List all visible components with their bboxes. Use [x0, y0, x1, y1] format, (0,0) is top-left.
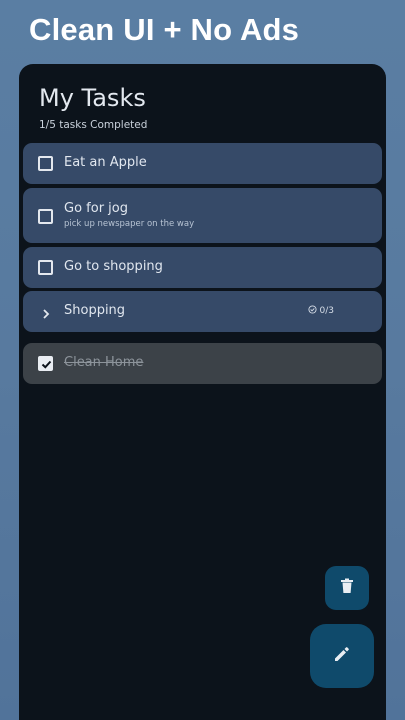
check-circle-icon	[307, 305, 317, 317]
task-checkbox-checked[interactable]	[38, 356, 53, 371]
task-group-shopping[interactable]: Shopping 0/3	[23, 291, 382, 332]
promo-headline: Clean UI + No Ads	[29, 12, 300, 47]
task-checkbox[interactable]	[38, 260, 53, 275]
task-item-eat-an-apple[interactable]: Eat an Apple	[23, 143, 382, 184]
chevron-right-icon[interactable]	[40, 305, 52, 324]
trash-icon	[340, 578, 354, 598]
task-item-go-for-jog[interactable]: Go for jog pick up newspaper on the way	[23, 188, 382, 243]
app-screen: My Tasks 1/5 tasks Completed Eat an Appl…	[19, 64, 386, 720]
task-title: Go to shopping	[64, 259, 163, 274]
edit-button[interactable]	[310, 624, 374, 688]
task-title: Go for jog	[64, 201, 128, 216]
page-title: My Tasks	[39, 84, 146, 112]
task-item-go-to-shopping[interactable]: Go to shopping	[23, 247, 382, 288]
task-checkbox[interactable]	[38, 156, 53, 171]
group-progress: 0/3	[307, 305, 334, 317]
group-title: Shopping	[64, 303, 126, 318]
group-progress-count: 0/3	[319, 306, 334, 316]
pencil-icon	[333, 645, 351, 667]
task-checkbox[interactable]	[38, 209, 53, 224]
completion-summary: 1/5 tasks Completed	[39, 119, 148, 131]
delete-completed-button[interactable]	[325, 566, 369, 610]
task-note: pick up newspaper on the way	[64, 219, 195, 229]
task-title: Clean Home	[64, 355, 144, 370]
task-title: Eat an Apple	[64, 155, 147, 170]
task-item-clean-home[interactable]: Clean Home	[23, 343, 382, 384]
